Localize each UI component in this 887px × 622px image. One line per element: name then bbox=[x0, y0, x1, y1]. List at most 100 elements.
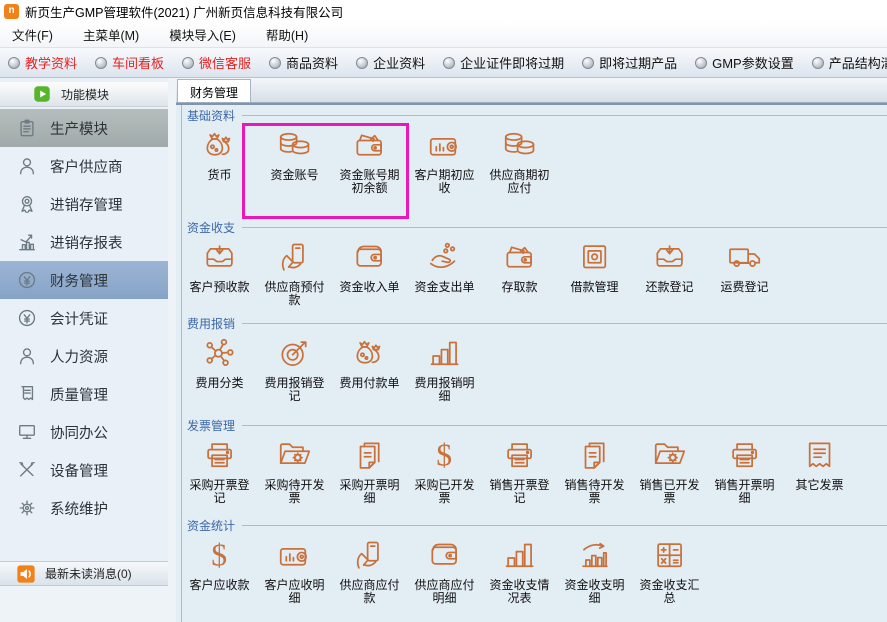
module-shortcut[interactable]: 资金账号 bbox=[257, 125, 332, 182]
module-shortcut[interactable]: 费用付款单 bbox=[332, 333, 407, 390]
module-shortcut[interactable]: 客户应收明细 bbox=[257, 535, 332, 605]
molecule-icon bbox=[200, 333, 240, 373]
sidebar-item[interactable]: 财务管理 bbox=[0, 261, 168, 299]
menu-item-3[interactable]: 模块导入(E) bbox=[169, 25, 236, 44]
section-header: 基础资料 bbox=[182, 105, 887, 122]
tools-icon bbox=[17, 460, 37, 480]
sidebar-item[interactable]: 质量管理 bbox=[0, 375, 168, 413]
sidebar-header-label: 功能模块 bbox=[61, 86, 109, 103]
monitor-icon bbox=[17, 422, 37, 442]
documents-icon bbox=[350, 435, 390, 475]
toolbar-item[interactable]: 车间看板 bbox=[95, 53, 164, 72]
module-shortcut[interactable]: 货币 bbox=[182, 125, 257, 182]
sidebar-item[interactable]: 设备管理 bbox=[0, 451, 168, 489]
module-shortcut[interactable]: 费用分类 bbox=[182, 333, 257, 390]
play-icon bbox=[32, 84, 52, 104]
menu-item-1[interactable]: 文件(F) bbox=[12, 25, 53, 44]
module-shortcut-label: 客户预收款 bbox=[189, 281, 249, 294]
section-divider-line bbox=[242, 323, 887, 324]
sidebar-item[interactable]: 生产模块 bbox=[0, 109, 168, 147]
module-shortcut[interactable]: 运费登记 bbox=[707, 237, 782, 294]
menu-item-2[interactable]: 主菜单(M) bbox=[83, 25, 139, 44]
module-shortcut[interactable]: 资金收支汇总 bbox=[632, 535, 707, 605]
section-divider-line bbox=[242, 425, 887, 426]
wallet-clasp-icon bbox=[350, 237, 390, 277]
toolbar-item[interactable]: GMP参数设置 bbox=[695, 53, 794, 72]
module-shortcut[interactable]: 采购开票登记 bbox=[182, 435, 257, 505]
module-shortcut-label: 资金收入单 bbox=[339, 281, 399, 294]
module-shortcut[interactable]: 供应商预付款 bbox=[257, 237, 332, 307]
sidebar-item[interactable]: 进销存报表 bbox=[0, 223, 168, 261]
sidebar-item[interactable]: 进销存管理 bbox=[0, 185, 168, 223]
module-shortcut-label: 资金收支情况表 bbox=[488, 579, 552, 605]
wallet-clasp-icon bbox=[425, 535, 465, 575]
section-header: 费用报销 bbox=[182, 313, 887, 330]
module-shortcut[interactable]: 借款管理 bbox=[557, 237, 632, 294]
sidebar-item-label: 设备管理 bbox=[50, 460, 108, 481]
toolbar-item[interactable]: 即将过期产品 bbox=[582, 53, 677, 72]
module-shortcut[interactable]: 资金收入单 bbox=[332, 237, 407, 294]
module-shortcut[interactable]: 销售待开发票 bbox=[557, 435, 632, 505]
sidebar-item-label: 财务管理 bbox=[50, 270, 108, 291]
module-shortcut[interactable]: 存取款 bbox=[482, 237, 557, 294]
sidebar-footer-unread-messages[interactable]: 最新未读消息(0) bbox=[0, 561, 168, 586]
module-shortcut[interactable]: 还款登记 bbox=[632, 237, 707, 294]
module-shortcut[interactable]: 采购开票明细 bbox=[332, 435, 407, 505]
module-shortcut[interactable]: 费用报销登记 bbox=[257, 333, 332, 403]
sidebar-item[interactable]: 会计凭证 bbox=[0, 299, 168, 337]
module-shortcut-label: 采购待开发票 bbox=[263, 479, 327, 505]
module-shortcut[interactable]: 客户期初应收 bbox=[407, 125, 482, 195]
application-window: { "window": { "title": "新页生产GMP管理软件(2021… bbox=[0, 0, 887, 622]
module-shortcut[interactable]: 费用报销明细 bbox=[407, 333, 482, 403]
module-shortcut[interactable]: 资金收支情况表 bbox=[482, 535, 557, 605]
toolbar-item-label: 微信客服 bbox=[199, 53, 251, 72]
documents-icon bbox=[575, 435, 615, 475]
module-shortcut[interactable]: 供应商应付款 bbox=[332, 535, 407, 605]
module-shortcut[interactable]: 供应商期初应付 bbox=[482, 125, 557, 195]
module-shortcut[interactable]: 销售已开发票 bbox=[632, 435, 707, 505]
radio-icon bbox=[695, 57, 707, 69]
toolbar-item[interactable]: 企业证件即将过期 bbox=[443, 53, 564, 72]
module-shortcut[interactable]: 销售开票明细 bbox=[707, 435, 782, 505]
toolbar-item[interactable]: 企业资料 bbox=[356, 53, 425, 72]
module-shortcut-label: 客户应收款 bbox=[189, 579, 249, 592]
toolbar-item[interactable]: 产品结构清单(BC bbox=[812, 53, 887, 72]
sidebar-header-function-modules[interactable]: 功能模块 bbox=[0, 82, 168, 107]
section-items-row: 采购开票登记采购待开发票采购开票明细$采购已开发票销售开票登记销售待开发票销售已… bbox=[182, 432, 887, 505]
module-shortcut[interactable]: $采购已开发票 bbox=[407, 435, 482, 505]
tab-strip: 财务管理 bbox=[176, 78, 887, 103]
sidebar-item-list: 生产模块客户供应商进销存管理进销存报表财务管理会计凭证人力资源质量管理协同办公设… bbox=[0, 107, 168, 561]
money-bags-icon bbox=[200, 125, 240, 165]
menu-item-4[interactable]: 帮助(H) bbox=[266, 25, 308, 44]
module-shortcut[interactable]: 采购待开发票 bbox=[257, 435, 332, 505]
toolbar-item[interactable]: 教学资料 bbox=[8, 53, 77, 72]
printer-icon bbox=[725, 435, 765, 475]
module-shortcut-label: 客户应收明细 bbox=[263, 579, 327, 605]
sidebar-item-label: 协同办公 bbox=[50, 422, 108, 443]
folder-gear-icon bbox=[275, 435, 315, 475]
sidebar-item[interactable]: 系统维护 bbox=[0, 489, 168, 527]
module-shortcut-label: 销售开票登记 bbox=[488, 479, 552, 505]
unread-messages-label: 最新未读消息(0) bbox=[45, 565, 132, 582]
module-shortcut[interactable]: 资金收支明细 bbox=[557, 535, 632, 605]
section-group: 资金统计$客户应收款客户应收明细供应商应付款供应商应付明细资金收支情况表资金收支… bbox=[181, 515, 887, 622]
sidebar-item[interactable]: 客户供应商 bbox=[0, 147, 168, 185]
module-shortcut-label: 资金账号期初余额 bbox=[338, 169, 402, 195]
module-shortcut[interactable]: $客户应收款 bbox=[182, 535, 257, 592]
sidebar-item-label: 进销存报表 bbox=[50, 232, 123, 253]
sidebar-splitter[interactable] bbox=[168, 78, 176, 622]
module-shortcut[interactable]: 其它发票 bbox=[782, 435, 857, 492]
sidebar-item[interactable]: 人力资源 bbox=[0, 337, 168, 375]
toolbar-item[interactable]: 商品资料 bbox=[269, 53, 338, 72]
module-shortcut[interactable]: 资金支出单 bbox=[407, 237, 482, 294]
tab-finance-management[interactable]: 财务管理 bbox=[177, 79, 251, 102]
bar-chart-icon bbox=[500, 535, 540, 575]
module-shortcut[interactable]: 供应商应付明细 bbox=[407, 535, 482, 605]
module-shortcut[interactable]: 资金账号期初余额 bbox=[332, 125, 407, 195]
module-shortcut-label: 资金收支明细 bbox=[563, 579, 627, 605]
module-shortcut[interactable]: 客户预收款 bbox=[182, 237, 257, 294]
toolbar-item-label: 商品资料 bbox=[286, 53, 338, 72]
module-shortcut[interactable]: 销售开票登记 bbox=[482, 435, 557, 505]
sidebar-item[interactable]: 协同办公 bbox=[0, 413, 168, 451]
toolbar-item[interactable]: 微信客服 bbox=[182, 53, 251, 72]
